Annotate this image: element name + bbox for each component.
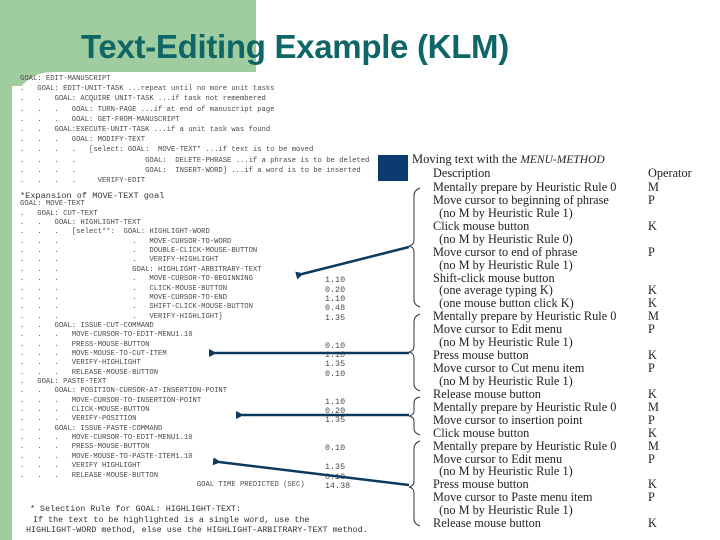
brace-position-group <box>408 396 421 436</box>
brace-highlight-group <box>408 187 421 308</box>
brace-cut-group <box>408 313 421 392</box>
brace-paste-group <box>408 440 421 527</box>
annotation-overlay <box>209 187 421 527</box>
arrow-to-highlight-arbitrary <box>295 245 410 280</box>
arrow-to-issue-paste <box>212 457 410 487</box>
